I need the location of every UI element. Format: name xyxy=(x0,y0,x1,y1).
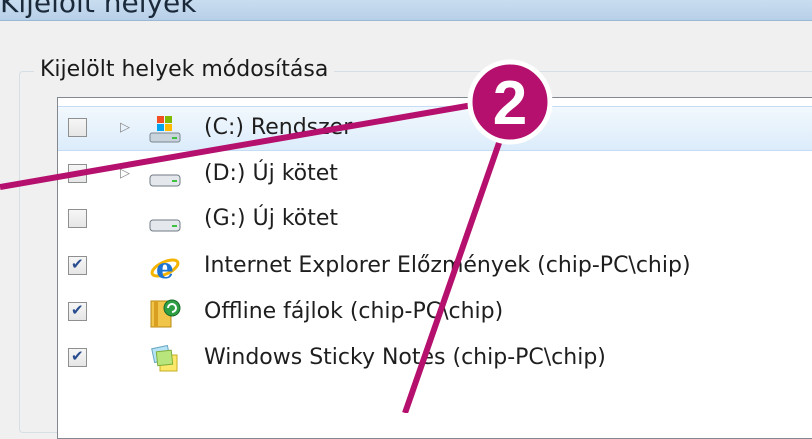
checkbox[interactable] xyxy=(68,209,87,228)
item-label: (G:) Új kötet xyxy=(204,206,339,231)
item-label: Offline fájlok (chip-PC\chip) xyxy=(204,299,504,324)
internet-explorer-icon: e xyxy=(150,252,180,283)
title-bar: Kijelölt helyek xyxy=(0,0,812,21)
list-item-ie-history[interactable]: e Internet Explorer Előzmények (chip-PC\… xyxy=(58,245,812,288)
drive-icon xyxy=(149,174,181,187)
checkbox[interactable] xyxy=(68,301,87,321)
expand-arrow-icon[interactable]: ▷ xyxy=(120,120,130,135)
svg-text:e: e xyxy=(156,252,174,283)
expand-arrow-icon[interactable]: ▷ xyxy=(120,166,130,181)
item-label: Internet Explorer Előzmények (chip-PC\ch… xyxy=(204,253,691,278)
offline-files-icon xyxy=(150,299,181,328)
list-item-c-drive[interactable]: ▷ (C:) Rendszer xyxy=(58,106,812,151)
sticky-notes-icon xyxy=(151,344,178,372)
checkbox[interactable] xyxy=(68,255,87,275)
drive-icon xyxy=(149,219,181,232)
checkbox[interactable] xyxy=(68,164,87,183)
item-label: (D:) Új kötet xyxy=(204,161,338,186)
checkbox[interactable] xyxy=(68,118,87,137)
list-item-g-drive[interactable]: (G:) Új kötet xyxy=(58,198,812,241)
windows-drive-icon xyxy=(149,116,181,143)
item-label: Windows Sticky Notes (chip-PC\chip) xyxy=(204,345,606,370)
group-legend: Kijelölt helyek módosítása xyxy=(34,57,335,82)
window-title: Kijelölt helyek xyxy=(0,0,197,19)
list-item-sticky-notes[interactable]: Windows Sticky Notes (chip-PC\chip) xyxy=(58,337,812,380)
locations-list[interactable]: ▷ (C:) Rendszer ▷ (D:) Új kötet (G:) Új … xyxy=(57,97,812,439)
list-item-d-drive[interactable]: ▷ (D:) Új kötet xyxy=(58,153,812,196)
list-item-offline-files[interactable]: Offline fájlok (chip-PC\chip) xyxy=(58,291,812,334)
checkbox[interactable] xyxy=(68,347,87,367)
item-label: (C:) Rendszer xyxy=(204,115,353,140)
